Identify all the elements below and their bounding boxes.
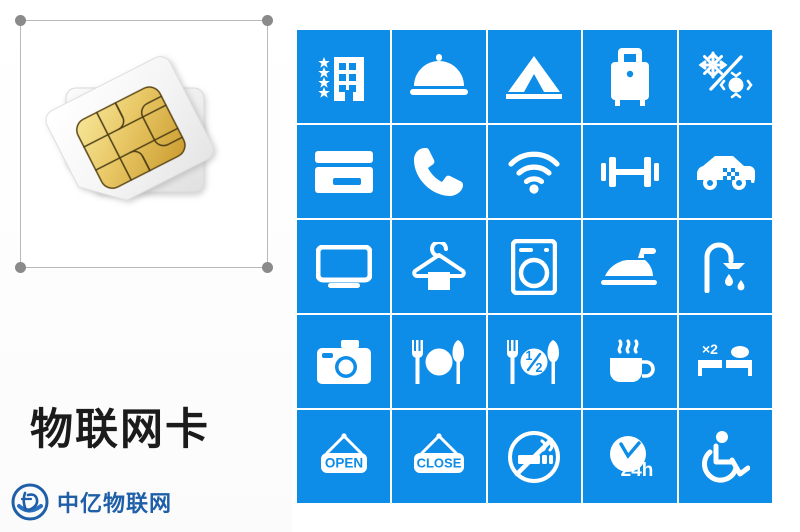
coffee-cup-icon [609, 338, 655, 382]
clothes-hanger-icon [412, 241, 466, 290]
wheelchair-accessible-icon [702, 430, 751, 483]
tile-half-board[interactable]: 1/2 1 2 [487, 315, 582, 408]
tile-fitness[interactable] [583, 125, 677, 218]
no-smoking-icon [508, 430, 561, 483]
tile-close-sign[interactable]: CLOSE [392, 410, 486, 503]
tile-open-sign[interactable]: OPEN [297, 410, 391, 503]
wifi-icon [508, 151, 561, 194]
tile-telephone[interactable] [392, 125, 486, 218]
amenity-icon-grid: 1/2 1 2 ×2 [297, 30, 772, 503]
credit-card-icon [314, 150, 373, 193]
twentyfour-hour-clock-icon: 24h [609, 435, 654, 481]
sim-card-photo[interactable] [21, 21, 267, 267]
brand-watermark: 中亿物联网 [10, 482, 172, 522]
hotel-stars-icon [317, 56, 364, 101]
image-selection-frame[interactable] [15, 15, 273, 273]
selection-handle-bottom-right[interactable] [262, 262, 273, 273]
tile-coffee[interactable] [583, 315, 677, 408]
tile-no-smoking[interactable] [487, 410, 582, 503]
double-bed-badge: ×2 [702, 341, 718, 357]
half-board-top-digit: 1 [526, 349, 533, 363]
tent-camping-icon [506, 55, 563, 99]
tile-double-bed[interactable]: ×2 [678, 315, 772, 408]
brand-watermark-text: 中亿物联网 [57, 492, 173, 517]
sim-card-illustration [45, 56, 214, 201]
tile-laundry-hanger[interactable] [392, 220, 486, 313]
half-board-icon: 1/2 1 2 [507, 339, 560, 384]
selection-handle-top-right[interactable] [262, 15, 273, 26]
double-bed-icon: ×2 [698, 341, 753, 376]
tile-luggage[interactable] [583, 30, 677, 123]
right-icon-panel: 1/2 1 2 ×2 [292, 0, 800, 532]
tile-accessible[interactable] [678, 410, 772, 503]
open-sign-label: OPEN [325, 455, 363, 470]
tile-shower[interactable] [678, 220, 772, 313]
shower-icon [704, 242, 746, 293]
telephone-icon [414, 147, 464, 196]
tile-ironing[interactable] [583, 220, 677, 313]
tile-room-service[interactable] [392, 30, 486, 123]
half-board-bottom-digit: 2 [536, 361, 543, 375]
tile-camera[interactable] [297, 315, 391, 408]
tile-credit-card[interactable] [297, 125, 391, 218]
room-service-bell-icon [410, 53, 469, 95]
close-sign-icon: CLOSE [414, 432, 465, 473]
tile-air-conditioning[interactable] [678, 30, 772, 123]
restaurant-icon [412, 339, 465, 384]
tile-24h-service[interactable]: 24h [583, 410, 677, 503]
luggage-icon [610, 47, 649, 106]
zhongyi-circle-logo-icon [11, 483, 49, 521]
selection-handle-top-left[interactable] [15, 15, 26, 26]
tile-hotel-stars[interactable] [297, 30, 391, 123]
twentyfour-hour-label: 24h [621, 460, 654, 481]
close-sign-label: CLOSE [417, 455, 462, 470]
iron-icon [600, 247, 657, 285]
page-root: 物联网卡 中亿物联网 1 2 ×2 OPEN CLOSE 24h [0, 0, 800, 532]
open-sign-icon: OPEN [320, 432, 367, 473]
tile-washing-machine[interactable] [487, 220, 582, 313]
television-icon [315, 244, 372, 288]
selection-handle-bottom-left[interactable] [15, 262, 26, 273]
tile-wifi[interactable] [487, 125, 582, 218]
air-conditioning-icon [698, 51, 753, 98]
tile-television[interactable] [297, 220, 391, 313]
dumbbell-icon [600, 156, 659, 187]
product-title: 物联网卡 [30, 405, 210, 455]
tile-restaurant[interactable] [392, 315, 486, 408]
washing-machine-icon [511, 238, 558, 295]
camera-icon [316, 339, 371, 384]
taxi-icon [697, 155, 756, 190]
left-preview-panel: 物联网卡 中亿物联网 [0, 0, 292, 532]
tile-camping-tent[interactable] [487, 30, 582, 123]
tile-taxi[interactable] [678, 125, 772, 218]
